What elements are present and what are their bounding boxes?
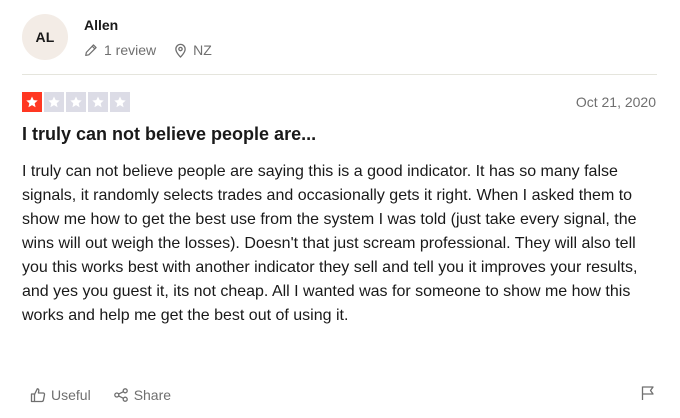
share-icon (113, 387, 134, 403)
thumbs-up-icon (30, 387, 51, 403)
star-rating (22, 92, 132, 112)
country-label: NZ (193, 42, 212, 58)
rating-row: Oct 21, 2020 (22, 92, 656, 112)
star-empty-icon (44, 92, 64, 112)
star-filled-icon (22, 92, 42, 112)
star-empty-icon (110, 92, 130, 112)
pencil-icon (84, 43, 104, 57)
star-empty-icon (66, 92, 86, 112)
review-title[interactable]: I truly can not believe people are... (22, 123, 316, 145)
review-actions: Useful Share (30, 384, 656, 406)
useful-label: Useful (51, 387, 91, 403)
reviewer-header: AL Allen 1 review NZ (22, 14, 212, 64)
review-count-label: 1 review (104, 42, 157, 58)
review-date: Oct 21, 2020 (575, 94, 656, 110)
avatar[interactable]: AL (22, 14, 68, 60)
review-body: I truly can not believe people are sayin… (22, 163, 638, 324)
reviewer-name[interactable]: Allen (84, 17, 212, 33)
review-count: 1 review (84, 42, 156, 58)
star-empty-icon (88, 92, 108, 112)
location-pin-icon (174, 43, 193, 58)
share-label: Share (133, 387, 172, 403)
share-button[interactable]: Share (113, 387, 171, 403)
reviewer-country: NZ (174, 42, 212, 58)
reviewer-info: Allen 1 review NZ (84, 17, 212, 58)
useful-button[interactable]: Useful (30, 387, 91, 403)
report-button[interactable] (640, 385, 656, 406)
divider (22, 74, 657, 75)
flag-icon (640, 385, 656, 406)
reviewer-meta: 1 review NZ (84, 42, 212, 58)
